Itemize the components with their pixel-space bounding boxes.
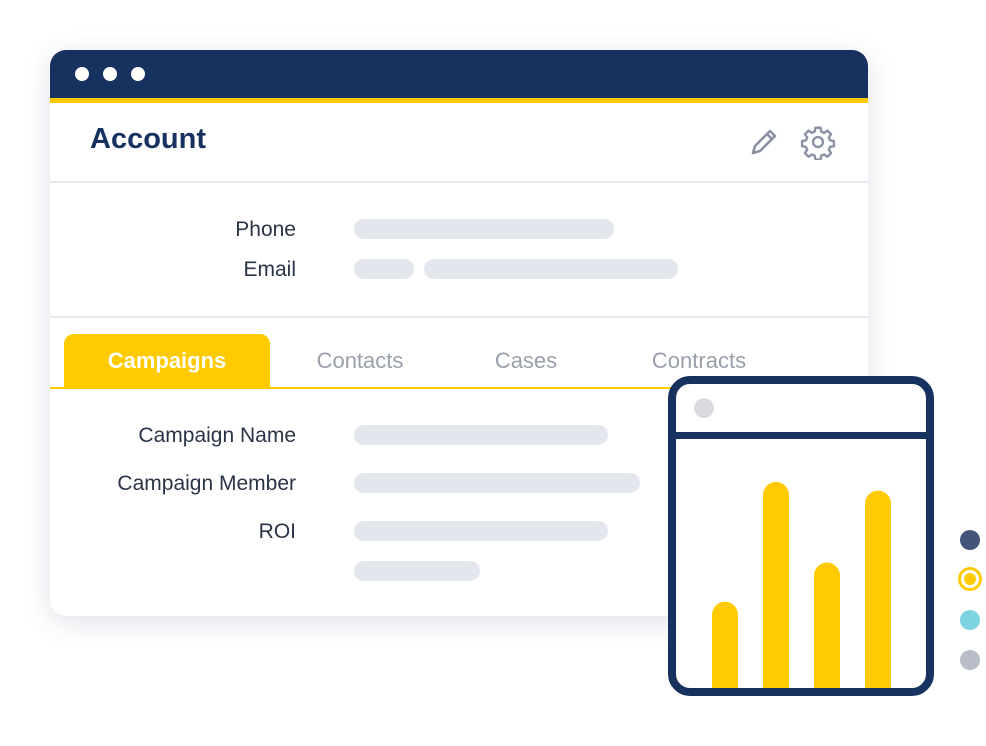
email-label: Email: [243, 258, 296, 281]
window-minimize-dot[interactable]: [103, 67, 117, 81]
chart-window-dot: [694, 398, 714, 418]
chart-bar: [763, 481, 789, 688]
window-titlebar: [50, 50, 868, 103]
chart-bar: [712, 601, 738, 688]
campaign-name-label: Campaign Name: [138, 424, 296, 447]
contact-fields: Phone Email: [50, 183, 868, 318]
phone-value-placeholder: [354, 219, 614, 239]
chart-window-header: [676, 384, 926, 439]
chart-window: [668, 376, 934, 696]
roi-placeholder: [354, 561, 480, 581]
campaign-member-placeholder: [354, 473, 640, 493]
chart-bar: [814, 562, 840, 688]
chart-bar: [865, 490, 891, 688]
pager-dot[interactable]: [958, 567, 982, 591]
window-maximize-dot[interactable]: [131, 67, 145, 81]
bar-chart: [712, 481, 891, 688]
account-header: Account: [50, 103, 868, 183]
pager-dot[interactable]: [960, 530, 980, 550]
roi-placeholder: [354, 521, 608, 541]
roi-label: ROI: [258, 520, 296, 543]
pager-dot[interactable]: [960, 650, 980, 670]
pager-dot[interactable]: [960, 610, 980, 630]
tab-campaigns[interactable]: Campaigns: [64, 334, 270, 387]
email-value-placeholder: [354, 259, 414, 279]
email-value-placeholder: [424, 259, 678, 279]
gear-icon[interactable]: [800, 124, 836, 161]
campaign-member-label: Campaign Member: [117, 472, 296, 495]
pencil-icon[interactable]: [746, 124, 782, 160]
page-title: Account: [90, 123, 206, 155]
tab-cases[interactable]: Cases: [466, 334, 586, 387]
window-close-dot[interactable]: [75, 67, 89, 81]
tab-contacts[interactable]: Contacts: [290, 334, 430, 387]
campaign-name-placeholder: [354, 425, 608, 445]
phone-label: Phone: [235, 218, 296, 241]
